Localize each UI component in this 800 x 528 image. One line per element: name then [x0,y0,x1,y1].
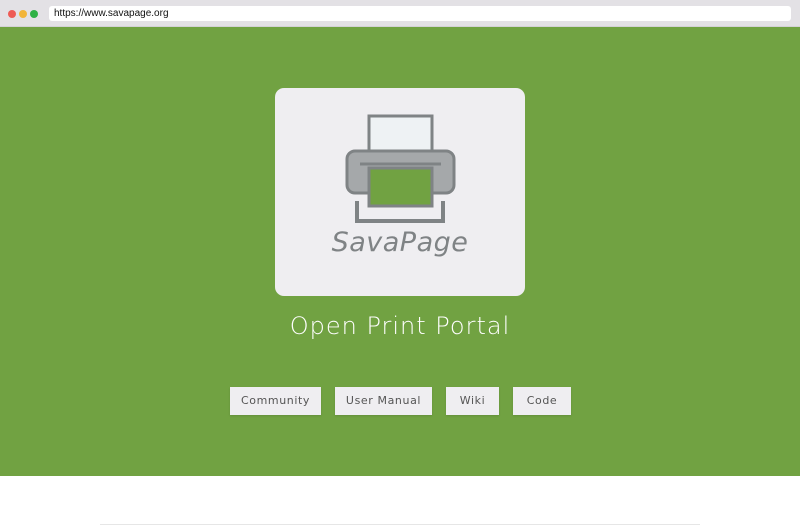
page-title: Open Print Portal [289,312,511,340]
hero-section: SavaPage Open Print Portal Community Use… [0,27,800,476]
code-button[interactable]: Code [513,387,571,415]
printer-logo-icon [345,114,456,223]
user-manual-button[interactable]: User Manual [335,387,432,415]
wiki-button[interactable]: Wiki [446,387,499,415]
browser-toolbar: https://www.savapage.org [0,0,800,27]
divider [100,524,700,525]
brand-name: SavaPage [331,227,469,258]
window-maximize-icon[interactable] [30,10,38,18]
community-button[interactable]: Community [230,387,321,415]
window-minimize-icon[interactable] [19,10,27,18]
address-bar[interactable]: https://www.savapage.org [49,6,791,21]
window-close-icon[interactable] [8,10,16,18]
logo-card: SavaPage [275,88,525,296]
